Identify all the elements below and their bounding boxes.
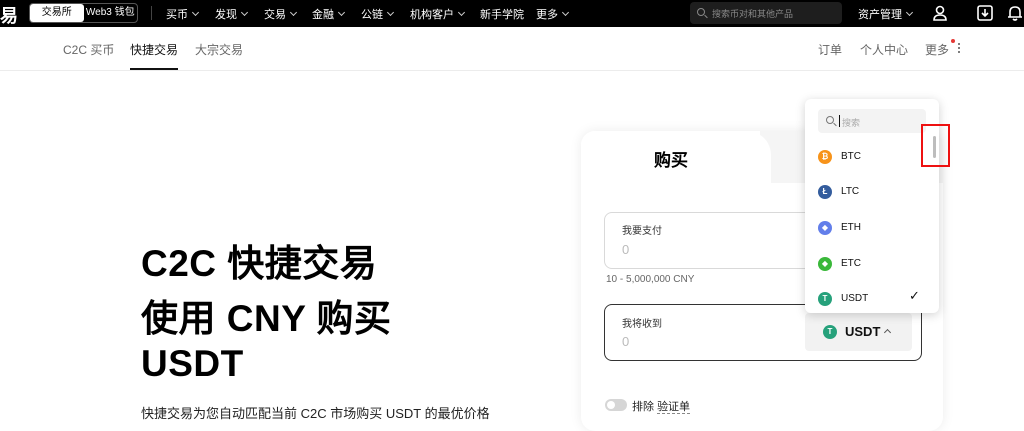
usdt-icon: T: [823, 325, 837, 339]
text-cursor: [839, 115, 840, 127]
eth-icon: ◆: [818, 221, 832, 235]
coin-name: USDT: [841, 293, 869, 304]
pay-label: 我要支付: [622, 226, 662, 237]
more-menu[interactable]: 更多: [925, 41, 949, 58]
personal-center-link[interactable]: 个人中心: [860, 41, 908, 58]
coin-name: ETC: [841, 258, 861, 269]
coin-option-etc[interactable]: ◆ ETC: [805, 247, 939, 281]
chevron-down-icon: [386, 8, 395, 17]
download-icon[interactable]: [975, 3, 995, 23]
top-navbar: 易 交易所 Web3 钱包 买币 发现 交易 金融 公链 机构客户 新手学院 更…: [0, 0, 1024, 27]
receive-label: 我将收到: [622, 319, 662, 330]
orders-link[interactable]: 订单: [818, 41, 842, 58]
buy-tab-label: 购买: [654, 151, 688, 170]
nav-trade[interactable]: 交易: [264, 6, 298, 22]
chevron-down-icon: [289, 8, 298, 17]
chevron-up-icon: [883, 328, 892, 337]
chevron-down-icon: [191, 8, 200, 17]
hero-title-line-2: 使用 CNY 购买: [141, 298, 392, 339]
search-placeholder: 搜索币对和其他产品: [712, 9, 794, 19]
asset-management-menu[interactable]: 资产管理: [858, 6, 914, 22]
user-icon[interactable]: [930, 3, 950, 23]
exchange-tab[interactable]: 交易所: [30, 4, 84, 22]
sub-navigation: C2C 买币 快捷交易 大宗交易 订单 个人中心 更多: [0, 27, 1024, 71]
search-icon: [697, 8, 705, 16]
hero-description: 快捷交易为您自动匹配当前 C2C 市场购买 USDT 的最优价格: [141, 406, 490, 421]
coin-option-eth[interactable]: ◆ ETH: [805, 211, 939, 245]
nav-institutional[interactable]: 机构客户: [410, 6, 466, 22]
coin-search-input[interactable]: 搜索: [818, 109, 926, 133]
chevron-down-icon: [561, 8, 570, 17]
coin-selector-button[interactable]: T USDT: [805, 313, 912, 351]
tab-c2c-buy[interactable]: C2C 买币: [63, 41, 114, 58]
exchange-wallet-switch: 交易所 Web3 钱包: [29, 3, 138, 23]
exclude-verified-toggle[interactable]: [605, 399, 627, 411]
nav-chain[interactable]: 公链: [361, 6, 395, 22]
coin-search-placeholder: 搜索: [842, 118, 861, 128]
exclude-verified-label: 排除 验证单: [632, 401, 691, 414]
btc-icon: ₿: [818, 150, 832, 164]
check-icon: ✓: [909, 288, 920, 303]
hero-title-line-3: USDT: [141, 343, 244, 384]
coin-option-ltc[interactable]: Ł LTC: [805, 175, 939, 209]
notification-dot: [951, 39, 955, 43]
web3-wallet-tab[interactable]: Web3 钱包: [84, 4, 138, 22]
pay-amount-input[interactable]: 0: [622, 242, 629, 257]
ltc-icon: Ł: [818, 185, 832, 199]
chevron-down-icon: [240, 8, 249, 17]
nav-academy[interactable]: 新手学院: [480, 6, 524, 22]
nav-finance[interactable]: 金融: [312, 6, 346, 22]
nav-buy-crypto[interactable]: 买币: [166, 6, 200, 22]
coin-option-btc[interactable]: ₿ BTC: [805, 140, 939, 174]
coin-name: BTC: [841, 151, 861, 162]
verified-orders-link[interactable]: 验证单: [657, 401, 691, 414]
receive-amount-input[interactable]: 0: [622, 334, 629, 349]
pay-range-hint: 10 - 5,000,000 CNY: [606, 274, 695, 285]
tab-block-trade[interactable]: 大宗交易: [195, 41, 243, 58]
active-tab-indicator: [130, 68, 178, 70]
brand-logo[interactable]: 易: [0, 2, 18, 28]
tab-quick-trade[interactable]: 快捷交易: [130, 41, 178, 58]
chevron-down-icon: [457, 8, 466, 17]
nav-divider: [151, 6, 152, 20]
global-search-input[interactable]: 搜索币对和其他产品: [690, 2, 842, 24]
coin-option-usdt[interactable]: T USDT ✓: [805, 282, 939, 316]
chevron-down-icon: [905, 8, 914, 17]
usdt-icon: T: [818, 292, 832, 306]
bell-icon[interactable]: [1005, 3, 1024, 23]
coin-name: ETH: [841, 222, 861, 233]
chevron-down-icon: [337, 8, 346, 17]
highlight-box: [921, 124, 950, 167]
selected-coin-label: USDT: [845, 324, 881, 339]
nav-discover[interactable]: 发现: [215, 6, 249, 22]
etc-icon: ◆: [818, 257, 832, 271]
coin-name: LTC: [841, 186, 860, 197]
nav-more[interactable]: 更多: [536, 6, 570, 22]
more-vertical-icon[interactable]: [957, 43, 961, 57]
search-icon: [826, 116, 834, 124]
hero-title-line-1: C2C 快捷交易: [141, 243, 378, 284]
